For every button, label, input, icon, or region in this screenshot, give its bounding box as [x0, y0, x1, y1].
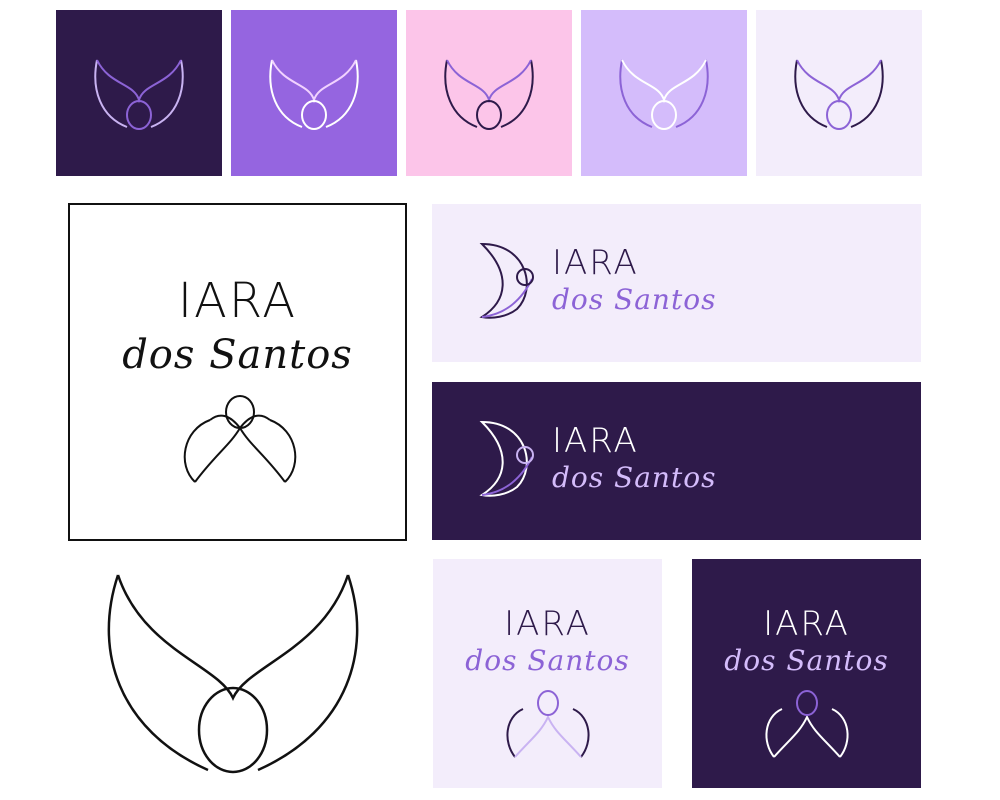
crescent-figure-icon	[94, 59, 184, 130]
crescent-figure-icon	[269, 59, 359, 130]
brand-name: IARA	[177, 273, 298, 329]
swatch-pink	[406, 10, 572, 176]
brand-surname: dos Santos	[724, 644, 889, 677]
stacked-logo-light: IARA dos Santos	[433, 559, 662, 788]
horizontal-logo-light: IARA dos Santos	[432, 204, 921, 362]
crescent-figure-icon	[444, 59, 534, 130]
crescent-figure-icon	[619, 59, 709, 130]
crescent-figure-icon	[183, 395, 297, 483]
brand-surname: dos Santos	[552, 283, 717, 316]
brand-name: IARA	[504, 604, 591, 644]
brand-surname: dos Santos	[465, 644, 630, 677]
swatch-pale-lavender	[756, 10, 922, 176]
brand-name: IARA	[763, 604, 850, 644]
horizontal-logo-dark: IARA dos Santos	[432, 382, 921, 540]
swatch-dark-purple	[56, 10, 222, 176]
brand-surname: dos Santos	[122, 332, 353, 378]
primary-logo-card: IARA dos Santos	[68, 203, 407, 541]
swatch-lilac	[581, 10, 747, 176]
crescent-figure-icon	[794, 59, 884, 130]
brand-name: IARA	[552, 421, 639, 461]
large-crescent-figure-icon	[107, 574, 359, 774]
crescent-figure-icon	[506, 690, 590, 758]
crescent-moon-icon	[479, 242, 534, 319]
crescent-moon-icon	[479, 420, 534, 497]
brand-surname: dos Santos	[552, 461, 717, 494]
swatch-medium-purple	[231, 10, 397, 176]
brand-name: IARA	[552, 243, 639, 283]
crescent-figure-icon	[765, 690, 849, 758]
stacked-logo-dark: IARA dos Santos	[692, 559, 921, 788]
